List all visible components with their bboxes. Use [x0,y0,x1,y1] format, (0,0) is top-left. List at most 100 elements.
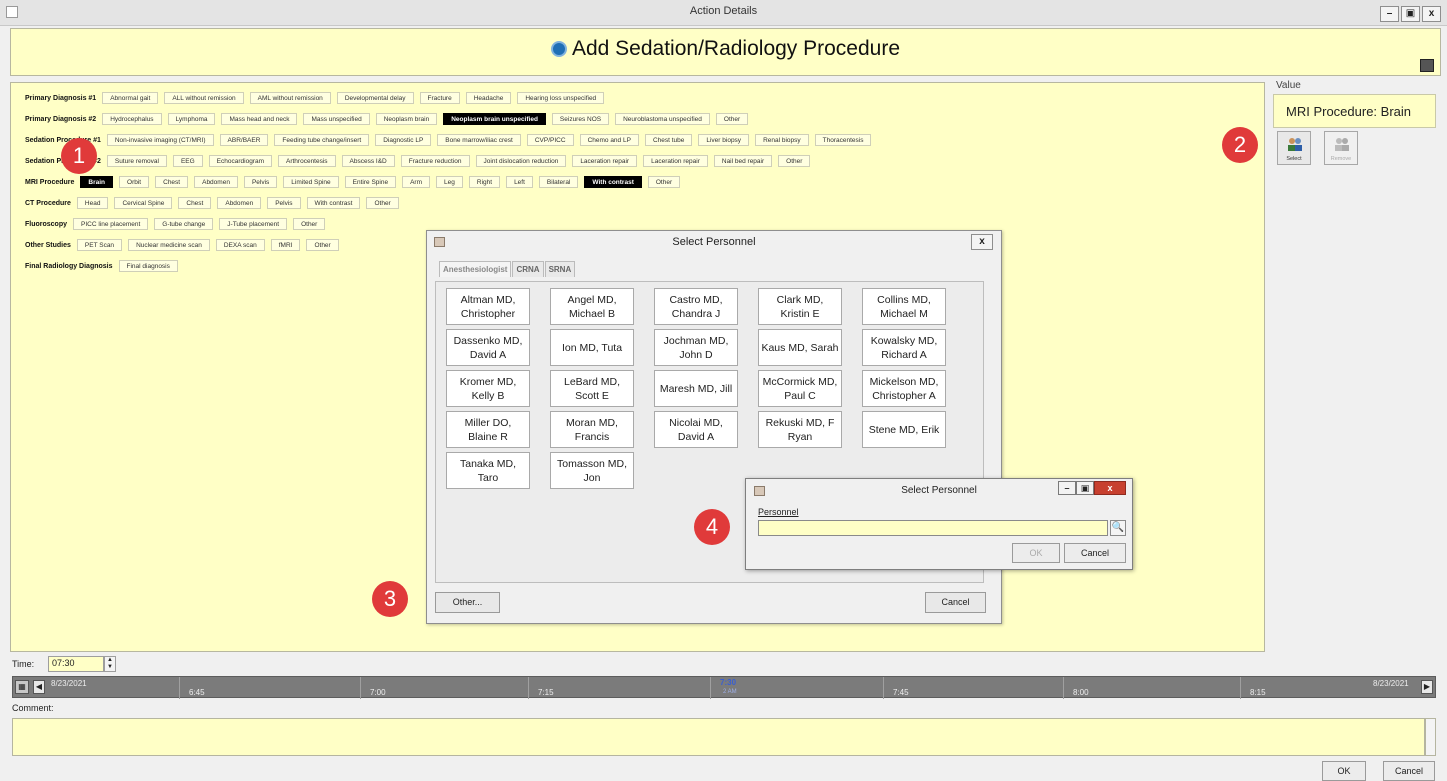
option-chip[interactable]: DEXA scan [215,239,265,251]
tab-crna[interactable]: CRNA [512,261,544,277]
close-button[interactable]: x [1422,6,1441,22]
personnel-button[interactable]: Tomasson MD, Jon [550,452,634,489]
option-chip[interactable]: Other [366,197,399,209]
option-chip[interactable]: Entire Spine [344,176,397,188]
option-chip[interactable]: Pelvis [243,176,278,188]
option-chip[interactable]: CVP/PICC [526,134,574,146]
option-chip[interactable]: Arm [402,176,431,188]
personnel-button[interactable]: Clark MD, Kristin E [758,288,842,325]
option-chip[interactable]: Left [506,176,533,188]
comment-scrollbar[interactable] [1425,718,1436,756]
option-chip[interactable]: Nuclear medicine scan [128,239,210,251]
option-chip[interactable]: Seizures NOS [551,113,610,125]
option-chip[interactable]: PICC line placement [73,218,149,230]
option-chip[interactable]: PET Scan [76,239,123,251]
dialog-cancel-button[interactable]: Cancel [925,592,986,613]
personnel-button[interactable]: Angel MD, Michael B [550,288,634,325]
search-icon[interactable]: 🔍 [1110,520,1126,536]
close-button[interactable]: x [1094,481,1126,495]
restore-button[interactable]: ▣ [1076,481,1094,495]
option-chip[interactable]: Limited Spine [283,176,339,188]
option-chip[interactable]: Pelvis [267,197,301,209]
option-chip[interactable]: Final diagnosis [118,260,178,272]
option-chip[interactable]: EEG [172,155,203,167]
option-chip[interactable]: Neuroblastoma unspecified [615,113,710,125]
personnel-button[interactable]: LeBard MD, Scott E [550,370,634,407]
personnel-button[interactable]: Ion MD, Tuta [550,329,634,366]
option-chip[interactable]: Abnormal gait [102,92,159,104]
option-chip[interactable]: Liver biopsy [698,134,750,146]
footer-cancel-button[interactable]: Cancel [1383,761,1435,781]
footer-ok-button[interactable]: OK [1322,761,1366,781]
minimize-button[interactable]: – [1380,6,1399,22]
option-chip[interactable]: Arthrocentesis [278,155,336,167]
timeline-prev-button[interactable]: ◀ [33,680,45,694]
option-chip[interactable]: Bone marrow/iliac crest [437,134,521,146]
option-chip[interactable]: ALL without remission [164,92,244,104]
personnel-button[interactable]: Castro MD, Chandra J [654,288,738,325]
personnel-button[interactable]: Miller DO, Blaine R [446,411,530,448]
option-chip[interactable]: Fracture [419,92,460,104]
time-spinner[interactable]: ▲ ▼ [104,656,116,672]
personnel-input[interactable] [758,520,1108,536]
option-chip[interactable]: Joint dislocation reduction [475,155,567,167]
option-chip[interactable]: Renal biopsy [755,134,809,146]
remove-person-button[interactable]: Remove [1324,131,1358,165]
select-person-button[interactable]: Select [1277,131,1311,165]
dialog-close-button[interactable]: x [971,234,993,250]
option-chip[interactable]: Bilateral [538,176,579,188]
option-chip[interactable]: Suture removal [106,155,167,167]
cancel-button[interactable]: Cancel [1064,543,1126,563]
timeline-next-button[interactable]: ▶ [1421,680,1433,694]
option-chip[interactable]: Right [468,176,501,188]
option-chip[interactable]: Chemo and LP [579,134,639,146]
option-chip[interactable]: Feeding tube change/insert [274,134,370,146]
restore-button[interactable]: ▣ [1401,6,1420,22]
comment-textarea[interactable] [12,718,1425,756]
option-chip[interactable]: J-Tube placement [219,218,288,230]
option-chip[interactable]: Diagnostic LP [375,134,432,146]
ok-button[interactable]: OK [1012,543,1060,563]
tab-anesthesiologist[interactable]: Anesthesiologist [439,261,512,277]
option-chip[interactable]: Chest tube [644,134,693,146]
option-chip[interactable]: ABR/BAER [219,134,269,146]
personnel-button[interactable]: Altman MD, Christopher [446,288,530,325]
other-button[interactable]: Other... [435,592,500,613]
personnel-button[interactable]: Nicolai MD, David A [654,411,738,448]
personnel-button[interactable]: Kowalsky MD, Richard A [862,329,946,366]
personnel-button[interactable]: Stene MD, Erik [862,411,946,448]
minimize-button[interactable]: – [1058,481,1076,495]
option-chip[interactable]: Hydrocephalus [102,113,162,125]
option-chip[interactable]: Thoracentesis [814,134,872,146]
option-chip[interactable]: Non-invasive imaging (CT/MRI) [106,134,214,146]
personnel-button[interactable]: Tanaka MD, Taro [446,452,530,489]
personnel-button[interactable]: Moran MD, Francis [550,411,634,448]
personnel-button[interactable]: Kromer MD, Kelly B [446,370,530,407]
option-chip[interactable]: Other [293,218,326,230]
option-chip[interactable]: Cervical Spine [114,197,173,209]
option-chip[interactable]: Headache [465,92,512,104]
time-input[interactable]: 07:30 [48,656,104,672]
option-chip[interactable]: Mass head and neck [221,113,298,125]
option-chip[interactable]: Chest [155,176,189,188]
option-chip[interactable]: Nail bed repair [713,155,773,167]
option-chip[interactable]: Brain [80,176,114,188]
option-chip[interactable]: With contrast [584,176,642,188]
option-chip[interactable]: Developmental delay [336,92,414,104]
tab-srna[interactable]: SRNA [544,261,576,277]
option-chip[interactable]: Other [778,155,811,167]
personnel-button[interactable]: McCormick MD, Paul C [758,370,842,407]
option-chip[interactable]: Head [76,197,109,209]
option-chip[interactable]: Abdomen [217,197,262,209]
option-chip[interactable]: Neoplasm brain [375,113,438,125]
personnel-button[interactable]: Mickelson MD, Christopher A [862,370,946,407]
option-chip[interactable]: Other [647,176,681,188]
option-chip[interactable]: Neoplasm brain unspecified [443,113,546,125]
personnel-button[interactable]: Dassenko MD, David A [446,329,530,366]
option-chip[interactable]: AML without remission [249,92,331,104]
personnel-button[interactable]: Rekuski MD, F Ryan [758,411,842,448]
option-chip[interactable]: Laceration repair [643,155,708,167]
personnel-button[interactable]: Collins MD, Michael M [862,288,946,325]
option-chip[interactable]: Leg [436,176,463,188]
personnel-button[interactable]: Kaus MD, Sarah [758,329,842,366]
